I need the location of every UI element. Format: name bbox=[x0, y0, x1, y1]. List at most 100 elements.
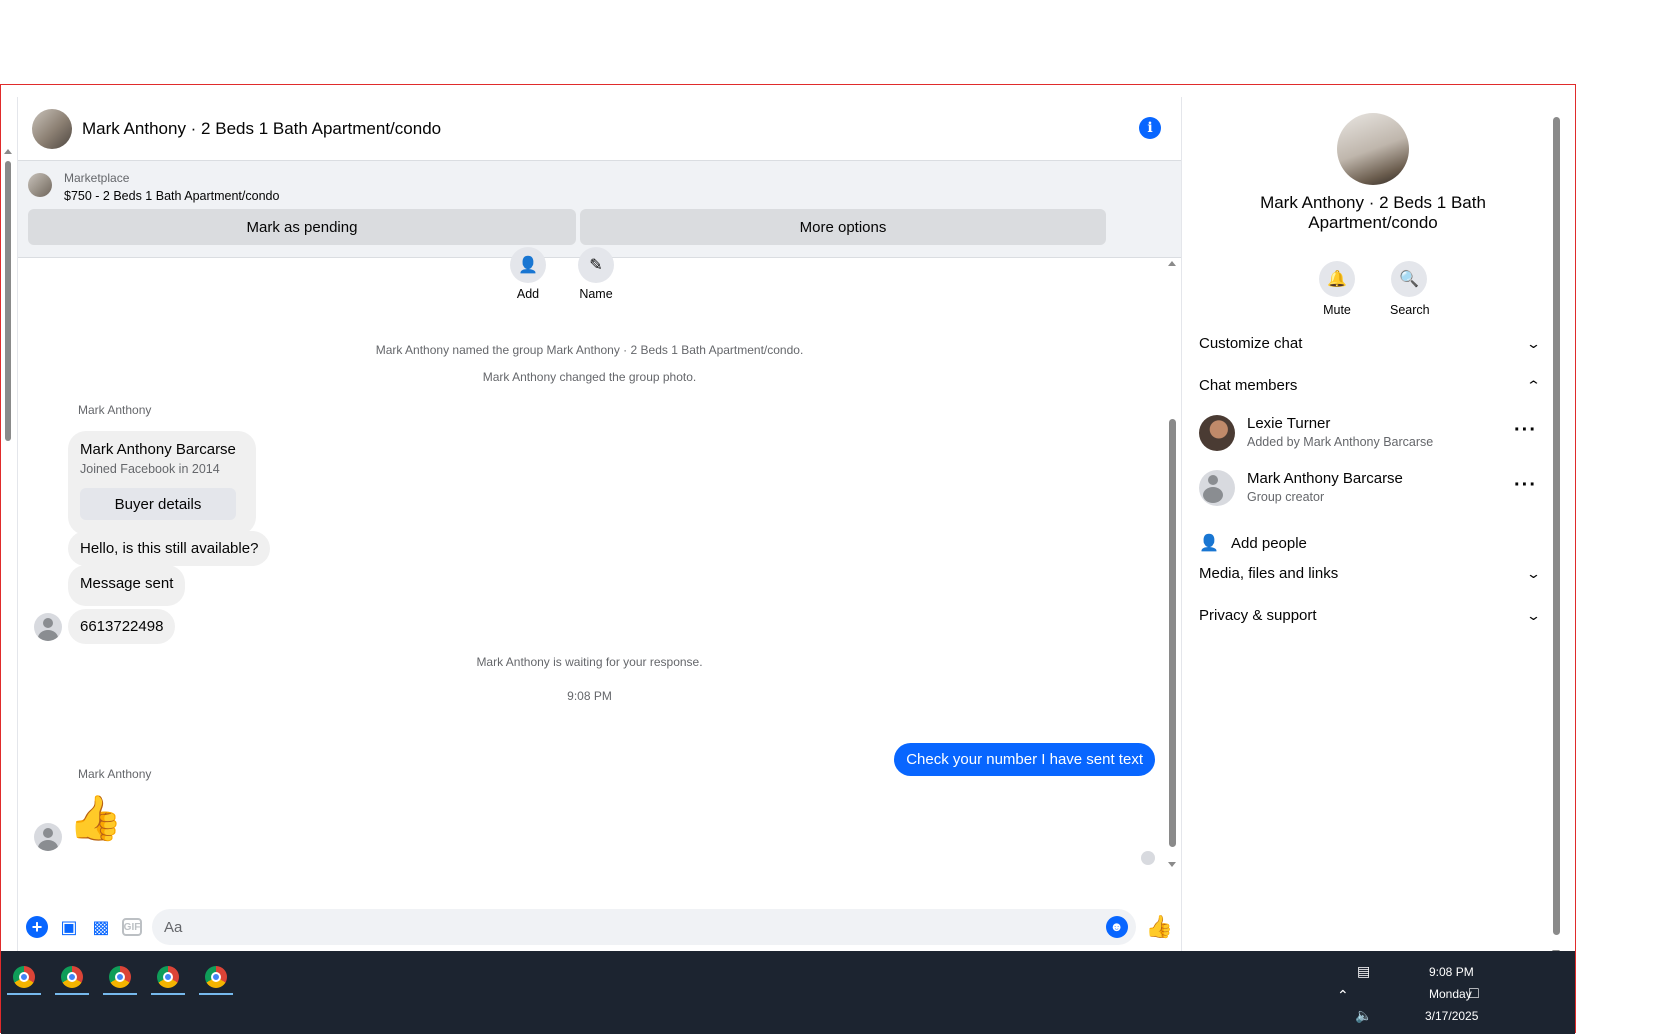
timestamp: 9:08 PM bbox=[567, 689, 612, 703]
chat-header: Mark Anthony · 2 Beds 1 Bath Apartment/c… bbox=[18, 97, 1181, 161]
name-action-label: Name bbox=[579, 287, 613, 301]
member-row[interactable]: Mark Anthony Barcarse Group creator ··· bbox=[1199, 468, 1539, 508]
listing-title[interactable]: $750 - 2 Beds 1 Bath Apartment/condo bbox=[64, 189, 1171, 203]
chevron-up-icon[interactable]: ⌃ bbox=[1337, 987, 1349, 1004]
add-person-icon: 👤 bbox=[1199, 535, 1219, 552]
clock-day[interactable]: Monday bbox=[1429, 987, 1472, 1001]
add-people-label: Add people bbox=[1231, 534, 1307, 552]
chevron-up-icon: ⌃ bbox=[1525, 377, 1542, 393]
buyer-name: Mark Anthony Barcarse bbox=[80, 441, 236, 458]
buyer-details-button[interactable]: Buyer details bbox=[80, 488, 236, 520]
chat-scrollbar[interactable] bbox=[1167, 261, 1177, 867]
chevron-down-icon: ⌄ bbox=[1525, 607, 1542, 623]
message-bubble[interactable]: Hello, is this still available? bbox=[68, 531, 271, 566]
privacy-label: Privacy & support bbox=[1199, 607, 1317, 624]
member-name: Mark Anthony Barcarse bbox=[1247, 470, 1403, 487]
system-tray: ▤ ⌃ 🔈 9:08 PM Monday 3/17/2025 □ bbox=[1335, 951, 1575, 1034]
group-photo[interactable] bbox=[1337, 113, 1409, 185]
gif-icon[interactable]: GIF bbox=[122, 918, 142, 936]
chat-panel: Mark Anthony · 2 Beds 1 Bath Apartment/c… bbox=[17, 97, 1182, 953]
member-subtitle: Added by Mark Anthony Barcarse bbox=[1247, 435, 1434, 449]
mute-button[interactable]: 🔔 Mute bbox=[1318, 261, 1356, 317]
marketplace-banner: Marketplace $750 - 2 Beds 1 Bath Apartme… bbox=[18, 161, 1181, 258]
customize-chat-section[interactable]: Customize chat ⌄ bbox=[1199, 335, 1542, 352]
message-input[interactable]: Aa ☻ bbox=[152, 909, 1136, 945]
chevron-down-icon: ⌄ bbox=[1525, 565, 1542, 581]
system-message-photo: Mark Anthony changed the group photo. bbox=[482, 370, 697, 384]
taskbar-chrome-app[interactable] bbox=[199, 961, 233, 995]
chrome-icon bbox=[205, 966, 227, 988]
sender-avatar[interactable] bbox=[34, 613, 62, 641]
page-scrollbar[interactable] bbox=[3, 149, 13, 1031]
message-bubble[interactable]: Message sent bbox=[68, 565, 186, 606]
emoji-icon[interactable]: ☻ bbox=[1105, 916, 1128, 938]
customize-chat-label: Customize chat bbox=[1199, 335, 1303, 352]
more-options-button[interactable]: More options bbox=[580, 209, 1106, 245]
member-avatar[interactable] bbox=[1199, 470, 1235, 506]
chat-members-section[interactable]: Chat members ⌃ bbox=[1199, 377, 1542, 394]
member-avatar[interactable] bbox=[1199, 415, 1235, 451]
network-icon[interactable]: ▤ bbox=[1357, 963, 1370, 980]
chat-title[interactable]: Mark Anthony · 2 Beds 1 Bath Apartment/c… bbox=[82, 119, 441, 139]
speaker-icon[interactable]: 🔈 bbox=[1355, 1007, 1372, 1024]
chrome-icon bbox=[157, 966, 179, 988]
plus-icon[interactable]: + bbox=[26, 916, 48, 938]
pencil-icon: ✎ bbox=[578, 247, 614, 283]
member-subtitle: Group creator bbox=[1247, 490, 1325, 504]
media-section[interactable]: Media, files and links ⌄ bbox=[1199, 565, 1542, 582]
mute-label: Mute bbox=[1323, 303, 1351, 317]
buyer-card: Mark Anthony Barcarse Joined Facebook in… bbox=[68, 431, 256, 535]
chat-members-label: Chat members bbox=[1199, 377, 1298, 394]
name-action[interactable]: ✎ Name bbox=[578, 247, 614, 301]
more-icon[interactable]: ··· bbox=[1514, 419, 1537, 442]
taskbar-chrome-app[interactable] bbox=[7, 961, 41, 995]
marketplace-label: Marketplace bbox=[64, 171, 130, 185]
chrome-icon bbox=[61, 966, 83, 988]
like-icon[interactable]: 👍 bbox=[1146, 914, 1173, 940]
info-panel: Mark Anthony · 2 Beds 1 Bath Apartment/c… bbox=[1183, 97, 1563, 955]
taskbar: ▤ ⌃ 🔈 9:08 PM Monday 3/17/2025 □ bbox=[1, 951, 1575, 1034]
search-button[interactable]: 🔍 Search bbox=[1390, 261, 1430, 317]
listing-thumbnail[interactable] bbox=[28, 173, 52, 197]
add-action-label: Add bbox=[516, 287, 540, 301]
sender-name: Mark Anthony bbox=[78, 403, 152, 417]
composer: + ▣ ▩ GIF Aa ☻ 👍 bbox=[18, 901, 1181, 953]
buyer-joined: Joined Facebook in 2014 bbox=[80, 462, 220, 476]
search-label: Search bbox=[1390, 303, 1430, 317]
chrome-icon bbox=[13, 966, 35, 988]
media-label: Media, files and links bbox=[1199, 565, 1339, 582]
taskbar-chrome-app[interactable] bbox=[151, 961, 185, 995]
thumbs-up-icon[interactable]: 👍 bbox=[68, 797, 123, 841]
bell-icon: 🔔 bbox=[1319, 261, 1355, 297]
member-name: Lexie Turner bbox=[1247, 415, 1331, 432]
sender-name: Mark Anthony bbox=[78, 767, 152, 781]
browser-window: Mark Anthony · 2 Beds 1 Bath Apartment/c… bbox=[0, 84, 1576, 1034]
sticker-icon[interactable]: ▩ bbox=[90, 916, 112, 938]
privacy-section[interactable]: Privacy & support ⌄ bbox=[1199, 607, 1542, 624]
system-message-named: Mark Anthony named the group Mark Anthon… bbox=[375, 343, 804, 357]
info-icon[interactable]: i bbox=[1139, 117, 1161, 139]
taskbar-chrome-app[interactable] bbox=[55, 961, 89, 995]
member-row[interactable]: Lexie Turner Added by Mark Anthony Barca… bbox=[1199, 413, 1539, 453]
message-input-placeholder: Aa bbox=[164, 918, 183, 936]
group-name: Mark Anthony · 2 Beds 1 Bath Apartment/c… bbox=[1260, 193, 1486, 232]
info-scrollbar[interactable] bbox=[1551, 107, 1561, 955]
search-icon: 🔍 bbox=[1391, 261, 1427, 297]
group-avatar[interactable] bbox=[32, 108, 72, 149]
sender-avatar[interactable] bbox=[34, 823, 62, 851]
system-message-waiting: Mark Anthony is waiting for your respons… bbox=[476, 655, 703, 669]
photo-icon[interactable]: ▣ bbox=[58, 916, 80, 938]
message-bubble[interactable]: 6613722498 bbox=[68, 609, 176, 644]
clock-time[interactable]: 9:08 PM bbox=[1429, 965, 1474, 979]
add-people-button[interactable]: 👤 Add people bbox=[1199, 533, 1307, 553]
chrome-icon bbox=[109, 966, 131, 988]
add-action[interactable]: 👤 Add bbox=[510, 247, 546, 301]
read-receipt-avatar bbox=[1141, 851, 1155, 865]
more-icon[interactable]: ··· bbox=[1514, 474, 1537, 497]
mark-as-pending-button[interactable]: Mark as pending bbox=[28, 209, 576, 245]
outgoing-message-bubble[interactable]: Check your number I have sent text bbox=[894, 743, 1155, 776]
notification-icon[interactable]: □ bbox=[1469, 985, 1479, 1003]
clock-date[interactable]: 3/17/2025 bbox=[1425, 1009, 1478, 1023]
chevron-down-icon: ⌄ bbox=[1525, 335, 1542, 351]
taskbar-chrome-app[interactable] bbox=[103, 961, 137, 995]
